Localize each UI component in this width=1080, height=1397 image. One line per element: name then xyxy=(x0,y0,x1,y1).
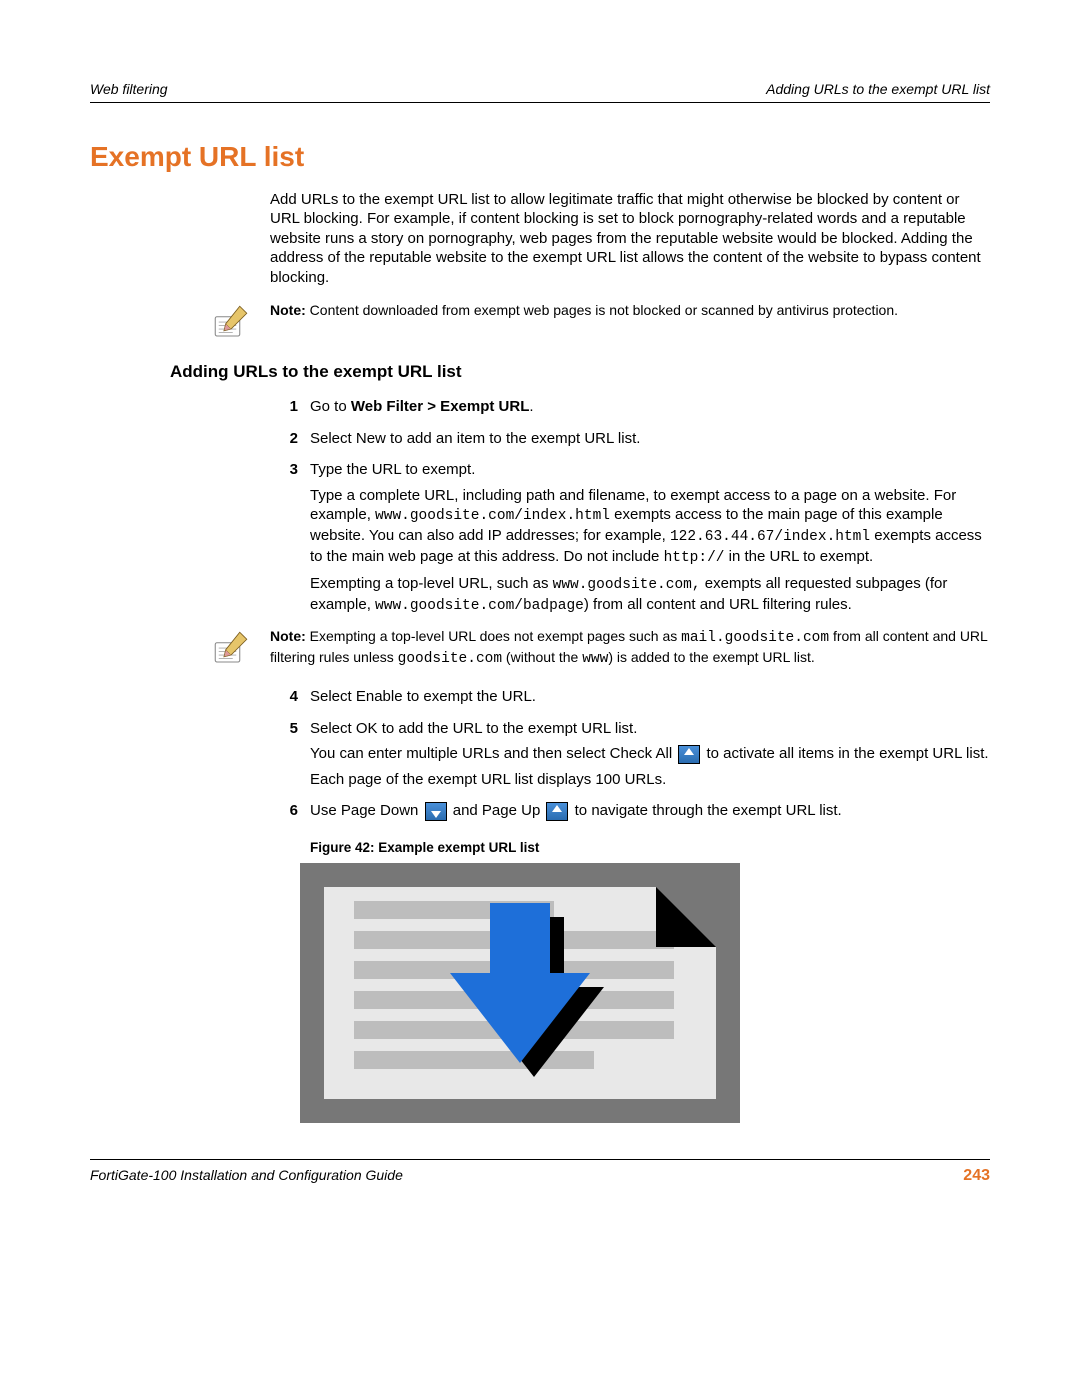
step-6-text: Use Page Down and Page Up to navigate th… xyxy=(310,801,990,821)
code-http: http:// xyxy=(664,550,725,566)
code-goodsite-com: goodsite.com xyxy=(398,651,502,667)
step-5-p1: You can enter multiple URLs and then sel… xyxy=(310,744,990,764)
code-www: www xyxy=(582,651,608,667)
code-mail-goodsite: mail.goodsite.com xyxy=(681,630,829,646)
note-2-text: Note: Exempting a top-level URL does not… xyxy=(270,627,990,669)
note-1: Note: Content downloaded from exempt web… xyxy=(90,301,990,343)
step-3-line1: Type the URL to exempt. xyxy=(310,460,990,480)
step-4: 4 Select Enable to exempt the URL. xyxy=(270,687,990,713)
figure-caption: Figure 42: Example exempt URL list xyxy=(310,839,990,857)
check-all-icon xyxy=(678,745,700,764)
code-goodsite: www.goodsite.com, xyxy=(553,577,701,593)
header-left: Web filtering xyxy=(90,80,168,98)
page-number: 243 xyxy=(963,1166,990,1187)
code-ip-index: 122.63.44.67/index.html xyxy=(670,529,870,545)
step-2-text: Select New to add an item to the exempt … xyxy=(310,429,990,449)
step-1-pre: Go to xyxy=(310,398,351,415)
intro-paragraph: Add URLs to the exempt URL list to allow… xyxy=(270,190,990,288)
step-1-post: . xyxy=(529,398,533,415)
subheading: Adding URLs to the exempt URL list xyxy=(170,361,990,383)
step-4-text: Select Enable to exempt the URL. xyxy=(310,687,990,707)
step-3: 3 Type the URL to exempt. Type a complet… xyxy=(270,460,990,621)
code-goodsite-index: www.goodsite.com/index.html xyxy=(375,508,610,524)
page-up-icon xyxy=(546,802,568,821)
step-2-num: 2 xyxy=(270,429,310,455)
section-title: Exempt URL list xyxy=(90,139,990,175)
pencil-note-icon xyxy=(210,627,252,669)
note-2-prefix: Note: xyxy=(270,628,306,644)
code-goodsite-badpage: www.goodsite.com/badpage xyxy=(375,598,584,614)
step-5-p2: Each page of the exempt URL list display… xyxy=(310,770,990,790)
figure-inner xyxy=(324,887,716,1099)
note-1-prefix: Note: xyxy=(270,302,306,318)
note-1-body: Content downloaded from exempt web pages… xyxy=(306,302,898,318)
step-6: 6 Use Page Down and Page Up to navigate … xyxy=(270,801,990,827)
step-1-body: Go to Web Filter > Exempt URL. xyxy=(310,397,990,423)
step-1-bold: Web Filter > Exempt URL xyxy=(351,398,530,415)
step-3-p2: Exempting a top-level URL, such as www.g… xyxy=(310,574,990,616)
step-5-line1: Select OK to add the URL to the exempt U… xyxy=(310,719,990,739)
pencil-note-icon xyxy=(210,301,252,343)
step-6-num: 6 xyxy=(270,801,310,827)
step-2: 2 Select New to add an item to the exemp… xyxy=(270,429,990,455)
page-down-icon xyxy=(425,802,447,821)
step-1-num: 1 xyxy=(270,397,310,423)
step-4-num: 4 xyxy=(270,687,310,713)
page-footer: FortiGate-100 Installation and Configura… xyxy=(90,1166,990,1187)
step-1: 1 Go to Web Filter > Exempt URL. xyxy=(270,397,990,423)
step-4-body: Select Enable to exempt the URL. xyxy=(310,687,990,713)
note-icon xyxy=(90,301,270,343)
figure-example-exempt-url-list xyxy=(300,863,740,1123)
page-header: Web filtering Adding URLs to the exempt … xyxy=(90,80,990,98)
note-2-icon xyxy=(90,627,270,669)
note-1-text: Note: Content downloaded from exempt web… xyxy=(270,301,990,319)
header-rule xyxy=(90,102,990,103)
header-right: Adding URLs to the exempt URL list xyxy=(766,80,990,98)
step-2-body: Select New to add an item to the exempt … xyxy=(310,429,990,455)
note-2: Note: Exempting a top-level URL does not… xyxy=(90,627,990,669)
step-5-num: 5 xyxy=(270,719,310,796)
step-5: 5 Select OK to add the URL to the exempt… xyxy=(270,719,990,796)
footer-left: FortiGate-100 Installation and Configura… xyxy=(90,1166,403,1187)
step-5-body: Select OK to add the URL to the exempt U… xyxy=(310,719,990,796)
step-6-body: Use Page Down and Page Up to navigate th… xyxy=(310,801,990,827)
step-3-p1: Type a complete URL, including path and … xyxy=(310,486,990,568)
step-3-num: 3 xyxy=(270,460,310,621)
footer-rule xyxy=(90,1159,990,1160)
step-3-body: Type the URL to exempt. Type a complete … xyxy=(310,460,990,621)
